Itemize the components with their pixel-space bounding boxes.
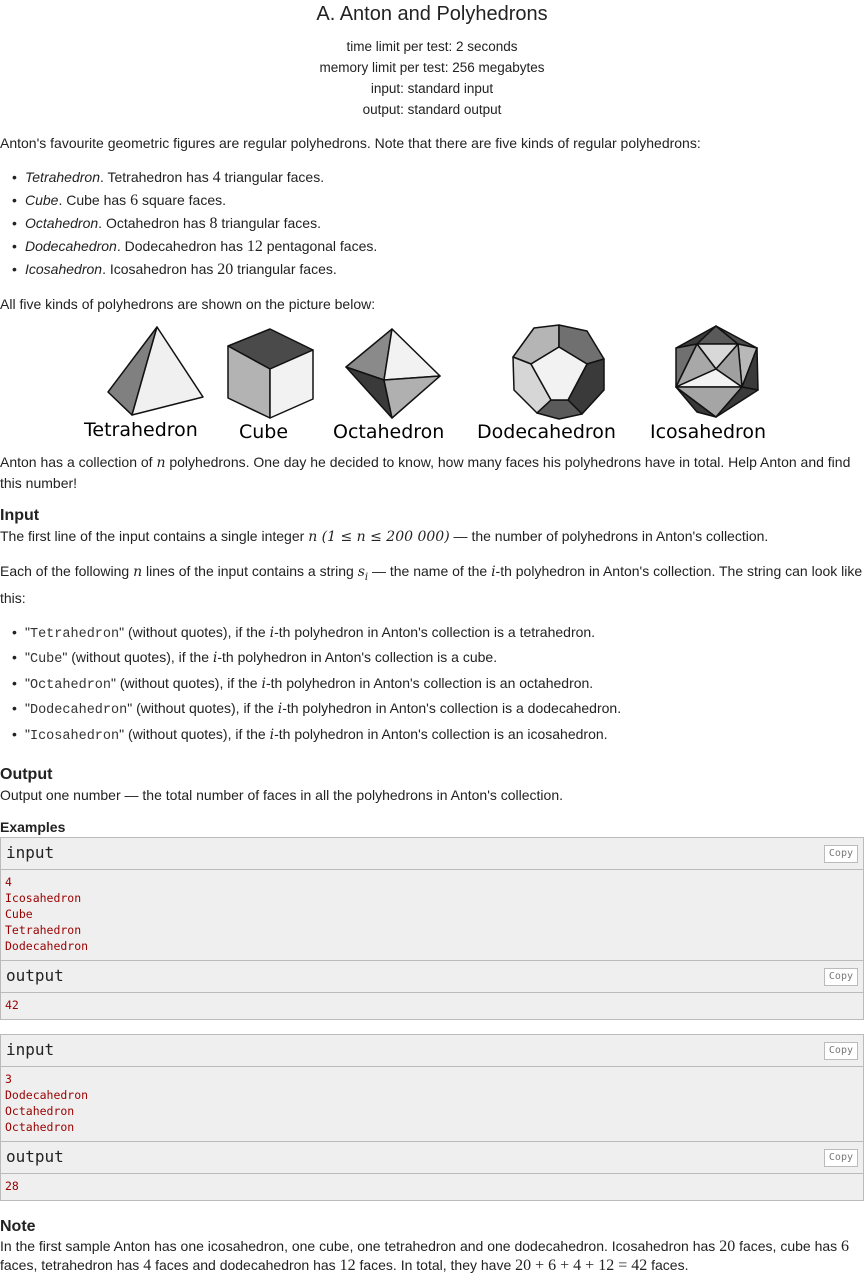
output-file: output: standard output xyxy=(362,102,502,117)
list-item: "Tetrahedron" (without quotes), if the i… xyxy=(0,621,864,647)
input-line2: Each of the following n lines of the inp… xyxy=(0,563,863,606)
sample-input-text: 3 Dodecahedron Octahedron Octahedron xyxy=(1,1067,863,1142)
sample-output-label: output xyxy=(6,966,64,986)
sample-output-text: 42 xyxy=(1,993,863,1020)
cube-label: Cube xyxy=(239,421,289,443)
sample-input-text: 4 Icosahedron Cube Tetrahedron Dodecahed… xyxy=(1,870,863,961)
input-line1: The first line of the input contains a s… xyxy=(0,528,769,545)
time-limit: time limit per test: 2 seconds xyxy=(346,39,518,54)
sample-test-1: input Copy 4 Icosahedron Cube Tetrahedro… xyxy=(0,837,864,1021)
octahedron-label: Octahedron xyxy=(333,421,445,443)
output-text: Output one number — the total number of … xyxy=(0,787,564,804)
icosahedron-label: Icosahedron xyxy=(650,421,767,443)
list-item: "Octahedron" (without quotes), if the i-… xyxy=(0,672,864,698)
copy-button[interactable]: Copy xyxy=(823,968,858,987)
sample-output-header: output Copy xyxy=(1,1141,863,1175)
list-item: Cube. Cube has 6 square faces. xyxy=(0,189,864,212)
sample-input-label: input xyxy=(6,843,55,863)
problem-title: A. Anton and Polyhedrons xyxy=(316,3,548,25)
note-heading: Note xyxy=(0,1218,36,1236)
problem-page: A. Anton and Polyhedrons time limit per … xyxy=(0,2,864,1275)
icosahedron-shape xyxy=(675,325,759,418)
list-item: Octahedron. Octahedron has 8 triangular … xyxy=(0,212,864,235)
sample-output-text: 28 xyxy=(1,1174,863,1201)
octahedron-shape xyxy=(345,328,441,419)
polyhedron-kinds-list: Tetrahedron. Tetrahedron has 4 triangula… xyxy=(0,166,864,281)
copy-button[interactable]: Copy xyxy=(823,1149,858,1168)
tetrahedron-label: Tetrahedron xyxy=(84,419,198,441)
problem-header: A. Anton and Polyhedrons time limit per … xyxy=(0,2,864,120)
output-heading: Output xyxy=(0,766,53,784)
note-text: In the first sample Anton has one icosah… xyxy=(0,1238,850,1275)
cube-shape xyxy=(227,328,314,419)
statement-intro: Anton's favourite geometric figures are … xyxy=(0,135,701,151)
dodecahedron-shape xyxy=(512,324,605,420)
list-item: Dodecahedron. Dodecahedron has 12 pentag… xyxy=(0,235,864,258)
list-item: "Cube" (without quotes), if the i-th pol… xyxy=(0,646,864,672)
memory-limit: memory limit per test: 256 megabytes xyxy=(319,60,545,75)
figure-caption-text: All five kinds of polyhedrons are shown … xyxy=(0,296,376,312)
tetrahedron-shape xyxy=(107,326,204,416)
examples-heading: Examples xyxy=(0,819,66,836)
copy-button[interactable]: Copy xyxy=(823,1042,858,1061)
sample-input-label: input xyxy=(6,1040,55,1060)
input-heading: Input xyxy=(0,507,40,524)
sample-output-header: output Copy xyxy=(1,960,863,994)
sample-output-label: output xyxy=(6,1147,64,1167)
dodecahedron-label: Dodecahedron xyxy=(477,421,616,443)
list-item: Tetrahedron. Tetrahedron has 4 triangula… xyxy=(0,166,864,189)
list-item: "Dodecahedron" (without quotes), if the … xyxy=(0,697,864,723)
list-item: "Icosahedron" (without quotes), if the i… xyxy=(0,723,864,749)
sample-input-header: input Copy xyxy=(1,838,863,871)
sample-input-header: input Copy xyxy=(1,1035,863,1068)
collection-paragraph: Anton has a collection of n polyhedrons.… xyxy=(0,454,851,491)
list-item: Icosahedron. Icosahedron has 20 triangul… xyxy=(0,258,864,281)
polyhedrons-figure: Tetrahedron Cube Octahedron Dodecahedron… xyxy=(0,320,864,452)
sample-test-2: input Copy 3 Dodecahedron Octahedron Oct… xyxy=(0,1034,864,1202)
input-file: input: standard input xyxy=(370,81,494,96)
copy-button[interactable]: Copy xyxy=(823,845,858,864)
input-options-list: "Tetrahedron" (without quotes), if the i… xyxy=(0,621,864,749)
